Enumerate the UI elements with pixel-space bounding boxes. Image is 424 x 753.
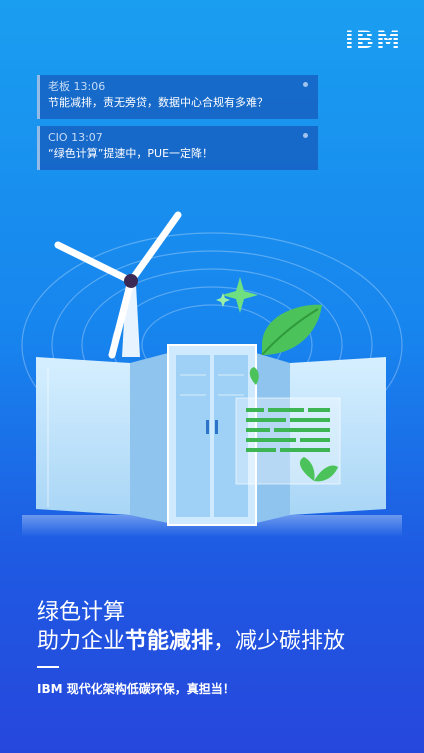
headline-line-1: 绿色计算 xyxy=(37,600,126,625)
tagline: IBM 现代化架构低碳环保，真担当！ xyxy=(37,682,235,696)
headline-line-2: 助力企业节能减排，减少碳排放 xyxy=(37,627,345,656)
notification-meta: 老板 13:06 xyxy=(48,79,310,94)
notification-meta: CIO 13:07 xyxy=(48,130,310,145)
unread-dot-icon xyxy=(303,133,308,138)
notification-sender: CIO xyxy=(48,131,68,144)
notification-sender: 老板 xyxy=(48,80,70,93)
headline-suffix: ，减少碳排放 xyxy=(213,629,346,654)
ibm-logo: IBM xyxy=(344,26,402,54)
headline: 绿色计算 助力企业节能减排，减少碳排放 xyxy=(37,598,345,656)
notification-cio[interactable]: CIO 13:07 “绿色计算”提速中，PUE一定降！ xyxy=(37,126,318,170)
leaf-icon xyxy=(261,304,322,356)
unread-dot-icon xyxy=(303,82,308,87)
server-rack-left xyxy=(36,353,168,523)
wind-turbine-icon xyxy=(54,211,182,359)
notification-time: 13:07 xyxy=(71,131,103,144)
divider xyxy=(37,666,59,668)
notification-message: 节能减排，责无旁贷，数据中心合规有多难？ xyxy=(48,96,268,109)
notification-message: “绿色计算”提速中，PUE一定降！ xyxy=(48,147,214,160)
notification-time: 13:06 xyxy=(73,80,106,93)
notification-boss[interactable]: 老板 13:06 节能减排，责无旁贷，数据中心合规有多难？ xyxy=(37,75,318,119)
headline-emphasis: 节能减排 xyxy=(125,629,214,654)
data-center-illustration xyxy=(21,211,403,537)
headline-prefix: 助力企业 xyxy=(37,629,126,654)
